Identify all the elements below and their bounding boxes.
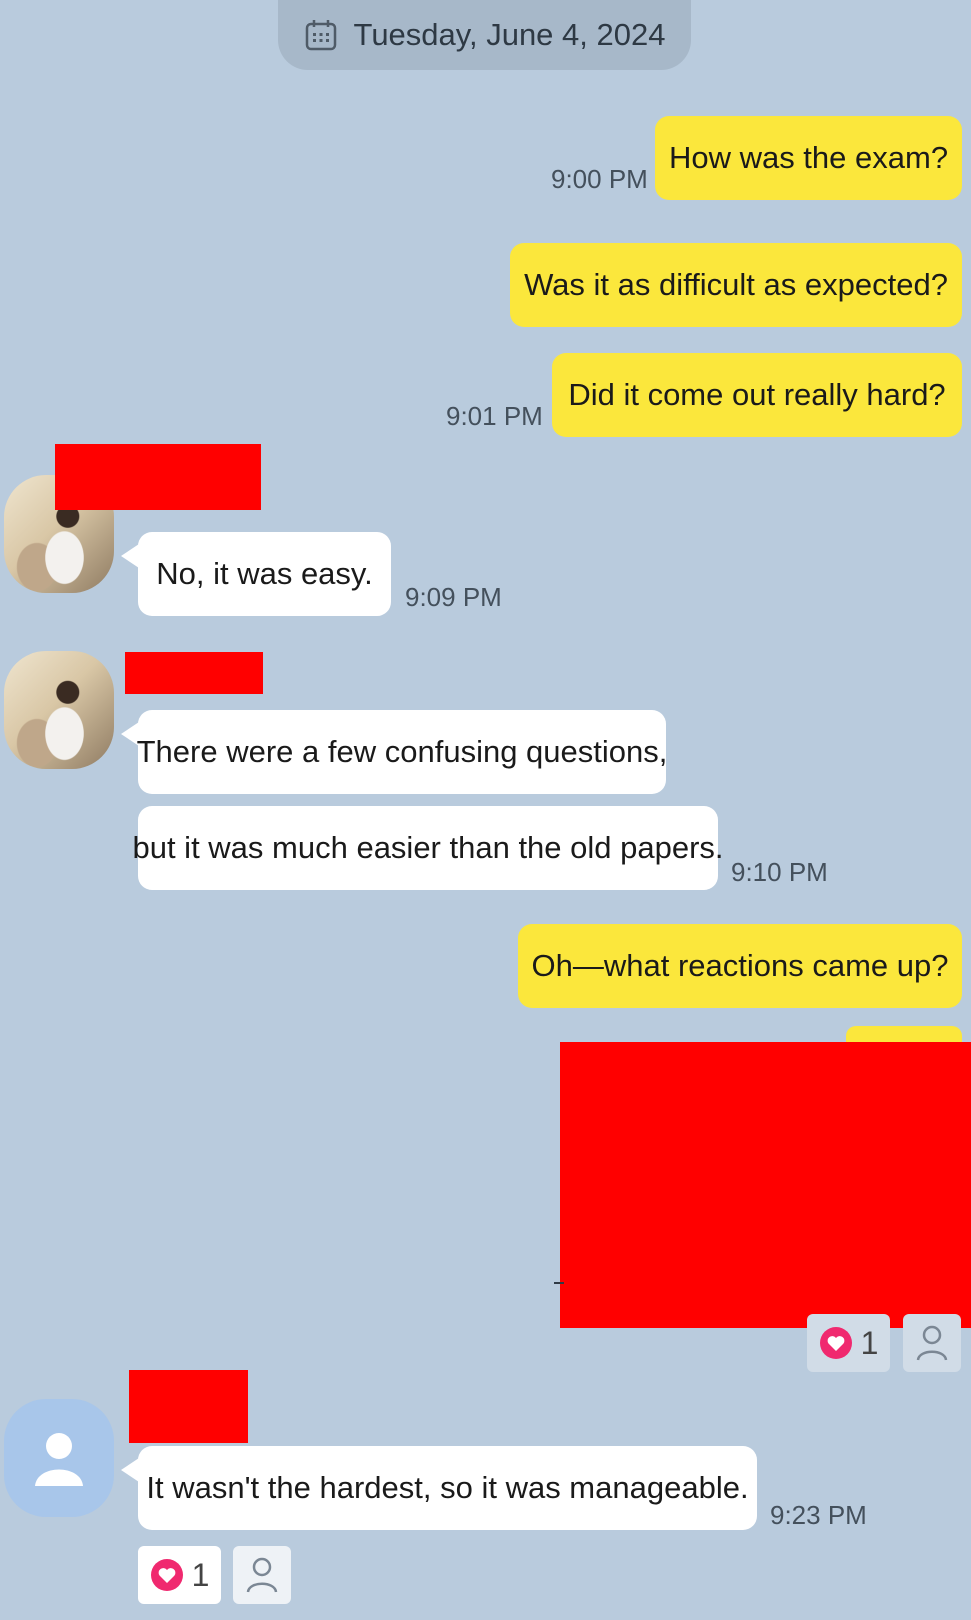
received-message-bubble[interactable]: There were a few confusing questions,	[136, 710, 668, 794]
message-time: 9:00 PM	[551, 164, 648, 194]
message-text: Oh—what reactions came up?	[531, 948, 949, 983]
bubble-tail	[121, 544, 139, 568]
default-person-icon	[35, 1433, 83, 1486]
reaction-count: 1	[191, 1556, 210, 1593]
read-receipt-person[interactable]	[233, 1546, 291, 1604]
calendar-icon	[305, 20, 336, 51]
read-receipt-person[interactable]	[903, 1314, 961, 1372]
reaction-chip[interactable]: 1	[807, 1314, 890, 1372]
received-message-bubble[interactable]: It wasn't the hardest, so it was managea…	[138, 1446, 757, 1530]
message-time: 9:23 PM	[770, 1500, 867, 1530]
partial-time-mark	[554, 1282, 564, 1284]
bubble-tail	[121, 1458, 139, 1482]
contact-avatar[interactable]	[4, 651, 114, 769]
contact-avatar[interactable]	[4, 1399, 114, 1517]
reaction-count: 1	[860, 1324, 879, 1361]
sent-message-bubble[interactable]: How was the exam?	[655, 116, 962, 200]
message-text: but it was much easier than the old pape…	[132, 830, 724, 865]
message-time: 9:01 PM	[446, 401, 543, 431]
person-icon	[246, 1557, 278, 1593]
person-icon	[916, 1325, 948, 1361]
message-text: How was the exam?	[668, 140, 949, 175]
sent-message-bubble[interactable]: Did it come out really hard?	[552, 353, 962, 437]
message-text: Was it as difficult as expected?	[524, 267, 948, 302]
message-time: 9:09 PM	[405, 582, 502, 612]
message-text: It wasn't the hardest, so it was managea…	[146, 1470, 749, 1505]
heart-icon	[819, 1327, 852, 1359]
redacted-content	[560, 1042, 971, 1328]
message-text: Did it come out really hard?	[568, 377, 946, 412]
message-text: There were a few confusing questions,	[136, 734, 668, 769]
redacted-sender-name	[129, 1370, 248, 1443]
heart-icon	[150, 1559, 183, 1591]
sent-message-bubble[interactable]: Was it as difficult as expected?	[510, 243, 962, 327]
redacted-sender-name	[55, 444, 261, 510]
message-text: No, it was easy.	[156, 556, 373, 591]
message-time: 9:10 PM	[731, 857, 828, 887]
received-message-bubble[interactable]: but it was much easier than the old pape…	[132, 806, 724, 890]
redacted-sender-name	[125, 652, 263, 694]
received-message-bubble[interactable]: No, it was easy.	[138, 532, 391, 616]
date-header: Tuesday, June 4, 2024	[278, 0, 691, 70]
date-label: Tuesday, June 4, 2024	[353, 17, 666, 52]
reaction-chip[interactable]: 1	[138, 1546, 221, 1604]
sent-message-bubble[interactable]: Oh—what reactions came up?	[518, 924, 962, 1008]
